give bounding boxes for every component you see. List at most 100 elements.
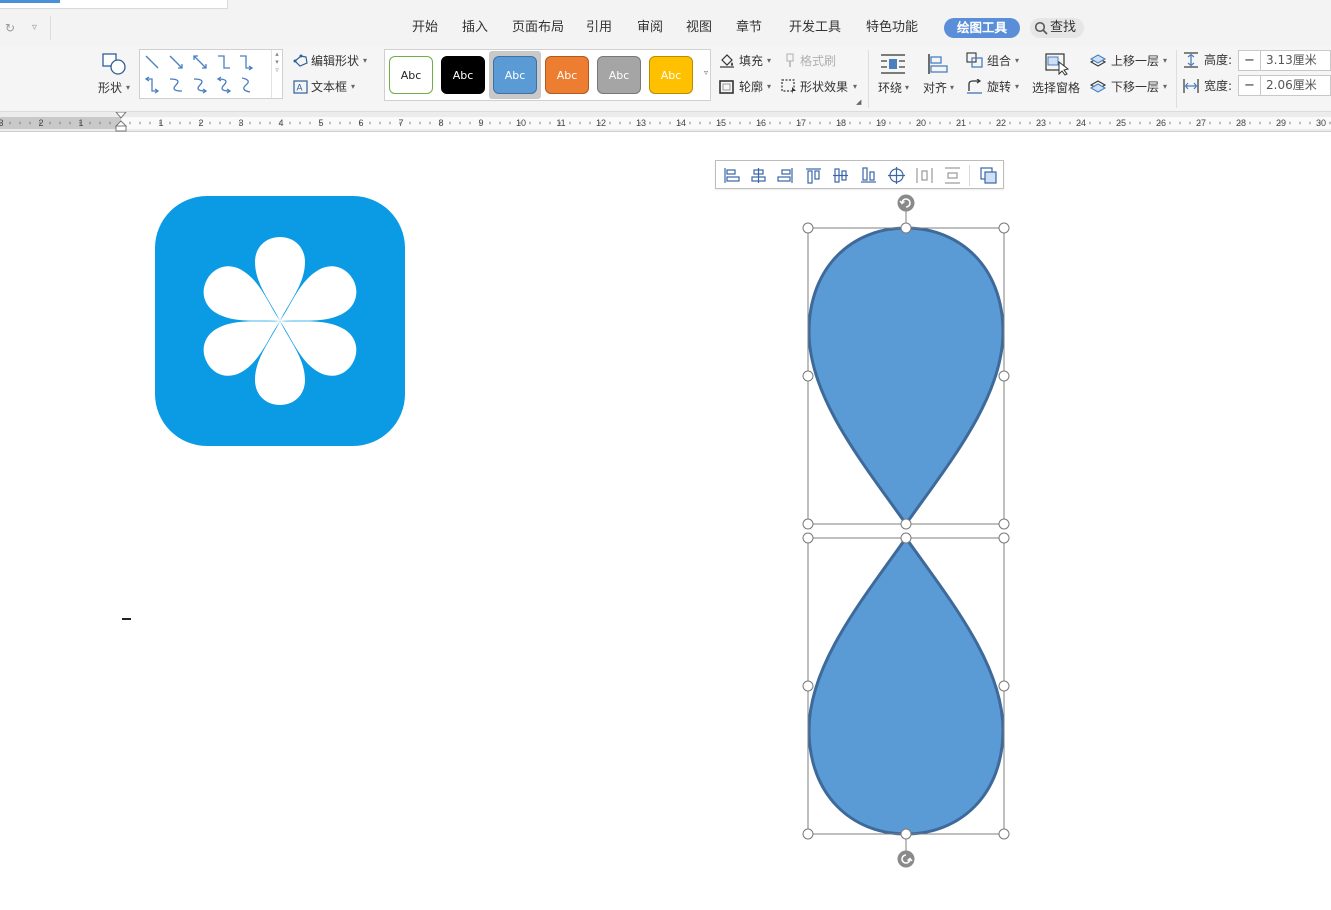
width-label: 宽度:: [1204, 79, 1233, 93]
shape-effects-button[interactable]: 形状效果: [800, 80, 848, 94]
height-field[interactable]: − 3.13厘米: [1238, 50, 1331, 71]
line-gallery-scroll[interactable]: ▴ ▾ ▿: [271, 50, 282, 98]
teardrop-shape-top[interactable]: [807, 226, 1005, 527]
resize-handle[interactable]: [802, 828, 814, 840]
tab-special-features[interactable]: 特色功能: [866, 18, 918, 38]
ruler-number: 4: [278, 118, 283, 128]
resize-handle[interactable]: [802, 370, 814, 382]
send-backward-dropdown-icon[interactable]: ▾: [1163, 82, 1167, 91]
resize-handle[interactable]: [802, 222, 814, 234]
line-style-gallery[interactable]: ▴ ▾ ▿: [139, 49, 283, 99]
resize-handle[interactable]: [998, 680, 1010, 692]
rotate-icon: [967, 79, 982, 94]
resize-handle[interactable]: [802, 532, 814, 544]
align-button[interactable]: 对齐: [923, 81, 947, 95]
style-box-white[interactable]: Abc: [389, 56, 433, 94]
tab-view[interactable]: 视图: [686, 18, 712, 38]
bring-forward-button[interactable]: 上移一层: [1111, 54, 1159, 68]
style-box-black[interactable]: Abc: [441, 56, 485, 94]
selection-pane-icon: [1045, 53, 1070, 76]
edit-shape-dropdown-icon[interactable]: ▾: [363, 56, 367, 65]
drawing-layer: [802, 194, 1010, 868]
width-field[interactable]: − 2.06厘米: [1238, 75, 1331, 96]
horizontal-ruler[interactable]: 3 2 1 1 2 3 4 5 6 7 8 9 10 11 12 13 14 15 16 17 18 19 20 21 22 23…: [0, 112, 1331, 132]
style-box-gray[interactable]: Abc: [597, 56, 641, 94]
textbox-button[interactable]: 文本框: [311, 80, 347, 94]
bring-forward-dropdown-icon[interactable]: ▾: [1163, 56, 1167, 65]
align-dropdown-icon[interactable]: ▾: [950, 83, 954, 92]
resize-handle[interactable]: [900, 222, 912, 234]
wrap-button[interactable]: 环绕: [878, 81, 902, 95]
tab-insert[interactable]: 插入: [462, 18, 488, 38]
ruler-number: 13: [636, 118, 646, 128]
group-dropdown-icon[interactable]: ▾: [1015, 56, 1019, 65]
textbox-icon: A: [293, 80, 308, 94]
width-value[interactable]: 2.06厘米: [1266, 76, 1317, 95]
style-box-gold[interactable]: Abc: [649, 56, 693, 94]
style-gallery-more-icon[interactable]: ▿: [704, 68, 708, 77]
document-canvas[interactable]: [0, 132, 1331, 910]
format-painter-button[interactable]: 格式刷: [800, 54, 836, 68]
undo-icon[interactable]: ↻: [5, 20, 15, 36]
ruler-number: 12: [596, 118, 606, 128]
tab-review[interactable]: 审阅: [637, 18, 663, 38]
height-icon: [1184, 52, 1198, 68]
group-button[interactable]: 组合: [987, 54, 1011, 68]
height-decrement-button[interactable]: −: [1239, 51, 1261, 70]
edit-shape-button[interactable]: 编辑形状: [311, 54, 359, 68]
shape-effects-dropdown-icon[interactable]: ▾: [853, 82, 857, 91]
search-button[interactable]: 查找: [1030, 18, 1084, 38]
menu-bar: ↻ ▿ 开始 插入 页面布局 引用 审阅 视图 章节 开发工具 特色功能 绘图工…: [0, 10, 1331, 46]
shapes-label[interactable]: 形状: [98, 81, 122, 95]
tab-developer[interactable]: 开发工具: [789, 18, 841, 38]
width-decrement-button[interactable]: −: [1239, 76, 1261, 95]
ruler-number: 1: [158, 118, 163, 128]
resize-handle[interactable]: [998, 222, 1010, 234]
resize-handle[interactable]: [998, 370, 1010, 382]
resize-handle[interactable]: [802, 518, 814, 530]
send-backward-icon: [1090, 80, 1107, 93]
shape-style-gallery: Abc Abc Abc Abc Abc Abc ▿: [384, 49, 711, 101]
height-value[interactable]: 3.13厘米: [1266, 51, 1317, 70]
resize-handle[interactable]: [900, 518, 912, 530]
send-backward-button[interactable]: 下移一层: [1111, 80, 1159, 94]
ruler-number: 2: [38, 118, 43, 128]
fill-button[interactable]: 填充: [739, 54, 763, 68]
resize-handle[interactable]: [998, 532, 1010, 544]
tab-references[interactable]: 引用: [586, 18, 612, 38]
textbox-dropdown-icon[interactable]: ▾: [351, 82, 355, 91]
resize-handle[interactable]: [802, 680, 814, 692]
resize-handle[interactable]: [998, 828, 1010, 840]
shapes-button[interactable]: [101, 52, 127, 76]
shape-style-dialog-launcher[interactable]: ◢: [856, 98, 861, 106]
rotate-dropdown-icon[interactable]: ▾: [1015, 82, 1019, 91]
wrap-dropdown-icon[interactable]: ▾: [905, 83, 909, 92]
outline-button[interactable]: 轮廓: [739, 80, 763, 94]
rotate-handle-icon[interactable]: [897, 194, 915, 212]
rotate-handle-icon[interactable]: [897, 850, 915, 868]
tab-chapter[interactable]: 章节: [736, 18, 762, 38]
outline-dropdown-icon[interactable]: ▾: [767, 82, 771, 91]
resize-handle[interactable]: [900, 828, 912, 840]
ruler-number: 10: [516, 118, 526, 128]
tab-page-layout[interactable]: 页面布局: [512, 18, 564, 38]
tab-home[interactable]: 开始: [412, 18, 438, 38]
wrap-icon: [881, 54, 905, 74]
customize-icon[interactable]: ▿: [32, 20, 37, 36]
rotate-button[interactable]: 旋转: [987, 80, 1011, 94]
ruler-number: 14: [676, 118, 686, 128]
resize-handle[interactable]: [998, 518, 1010, 530]
selection-pane-button[interactable]: 选择窗格: [1032, 81, 1080, 95]
line-styles-icon: [144, 55, 254, 94]
shapes-dropdown-icon[interactable]: ▾: [126, 83, 130, 92]
ruler-number: 3: [0, 118, 4, 128]
style-box-orange[interactable]: Abc: [545, 56, 589, 94]
document-tab[interactable]: [0, 0, 228, 9]
indent-marker-icon[interactable]: [114, 112, 128, 132]
resize-handle[interactable]: [900, 532, 912, 544]
fill-dropdown-icon[interactable]: ▾: [767, 56, 771, 65]
tab-drawing-tools[interactable]: 绘图工具: [944, 18, 1021, 38]
teardrop-shape-bottom[interactable]: [807, 535, 1005, 836]
ruler-number: 19: [876, 118, 886, 128]
style-box-blue[interactable]: Abc: [493, 56, 537, 94]
